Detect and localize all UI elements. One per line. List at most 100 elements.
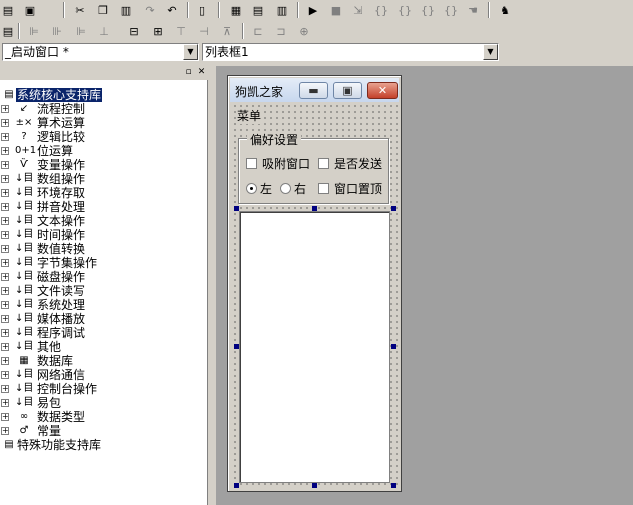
tree-item[interactable]: + ↓目 拼音处理 bbox=[0, 200, 208, 214]
resize-handle[interactable] bbox=[312, 483, 317, 488]
align-left-icon[interactable]: ⊫ bbox=[26, 23, 42, 39]
tree-item[interactable]: +0+1 位运算 bbox=[0, 144, 208, 158]
send-checkbox[interactable]: 是否发送 bbox=[318, 157, 382, 171]
expand-icon[interactable]: + bbox=[1, 119, 9, 127]
maximize-button[interactable]: ▣ bbox=[333, 82, 362, 99]
expand-icon[interactable]: + bbox=[1, 413, 9, 421]
align-bottom-icon[interactable]: ⊞ bbox=[150, 23, 166, 39]
undo-icon[interactable]: ↶ bbox=[164, 2, 180, 18]
expand-icon[interactable]: + bbox=[1, 175, 9, 183]
tree-item[interactable]: + ↓目 数值转换 bbox=[0, 242, 208, 256]
attach-window-checkbox[interactable]: 吸附窗口 bbox=[246, 157, 310, 171]
resize-handle[interactable] bbox=[234, 483, 239, 488]
run-icon[interactable]: ▶ bbox=[305, 2, 321, 18]
resize-handle[interactable] bbox=[391, 344, 396, 349]
stop-icon[interactable]: ■ bbox=[328, 2, 344, 18]
hand-icon[interactable]: ☚ bbox=[465, 2, 481, 18]
tree-item[interactable]: + ▦ 数据库 bbox=[0, 354, 208, 368]
tree-item[interactable]: + ↓目 系统处理 bbox=[0, 298, 208, 312]
tree-item[interactable]: + ↓目 环境存取 bbox=[0, 186, 208, 200]
center-v-icon[interactable]: ⊐ bbox=[273, 23, 289, 39]
expand-icon[interactable]: + bbox=[1, 315, 9, 323]
left-radio[interactable]: 左 bbox=[246, 182, 272, 196]
breakpoint-icon[interactable]: {} bbox=[443, 2, 459, 18]
form-titlebar[interactable]: 狗凯之家 ▬ ▣ ✕ bbox=[230, 78, 399, 102]
tree-item[interactable]: + ↓目 数组操作 bbox=[0, 172, 208, 186]
expand-icon[interactable]: + bbox=[1, 147, 9, 155]
expand-icon[interactable]: + bbox=[1, 259, 9, 267]
paste-icon[interactable]: ▥ bbox=[118, 2, 134, 18]
chevron-down-icon[interactable]: ▼ bbox=[483, 44, 498, 60]
tree-item[interactable]: + ↓目 磁盘操作 bbox=[0, 270, 208, 284]
tree-item[interactable]: + ↓目 网络通信 bbox=[0, 368, 208, 382]
expand-icon[interactable]: + bbox=[1, 245, 9, 253]
right-radio[interactable]: 右 bbox=[280, 182, 306, 196]
step-into-icon[interactable]: {} bbox=[373, 2, 389, 18]
minimize-button[interactable]: ▬ bbox=[299, 82, 328, 99]
tree-item[interactable]: + ↓目 程序调试 bbox=[0, 326, 208, 340]
tree-item[interactable]: + ↙ 流程控制 bbox=[0, 102, 208, 116]
tree-item[interactable]: + ↓目 其他 bbox=[0, 340, 208, 354]
layout3-icon[interactable]: ▥ bbox=[274, 2, 290, 18]
expand-icon[interactable]: + bbox=[1, 385, 9, 393]
align-right-icon[interactable]: ⊫ bbox=[73, 23, 89, 39]
tree-root-special[interactable]: ▤ 特殊功能支持库 bbox=[0, 438, 208, 452]
tree-root-core[interactable]: ▤ 系统核心支持库 bbox=[0, 88, 208, 102]
debug-icon[interactable]: ♞ bbox=[497, 2, 513, 18]
tree-item[interactable]: + ±× 算术运算 bbox=[0, 116, 208, 130]
tree-item[interactable]: + ↓目 字节集操作 bbox=[0, 256, 208, 270]
tree-item[interactable]: + ∞ 数据类型 bbox=[0, 410, 208, 424]
tree-item[interactable]: + ↓目 文本操作 bbox=[0, 214, 208, 228]
panel-minimize-icon[interactable]: ▫ bbox=[183, 67, 194, 78]
tree-item[interactable]: + ↓目 时间操作 bbox=[0, 228, 208, 242]
tree-item[interactable]: + ↓目 控制台操作 bbox=[0, 382, 208, 396]
copy-icon[interactable]: ❐ bbox=[95, 2, 111, 18]
close-button[interactable]: ✕ bbox=[367, 82, 398, 99]
designer-form-window[interactable]: 狗凯之家 ▬ ▣ ✕ 菜单 偏好设置 吸附窗口 是否发送 左 右 窗口置顶 bbox=[227, 75, 402, 492]
expand-icon[interactable]: + bbox=[1, 343, 9, 351]
resize-handle[interactable] bbox=[312, 206, 317, 211]
run-to-cursor-icon[interactable]: {} bbox=[420, 2, 436, 18]
listbox-control[interactable] bbox=[239, 211, 390, 483]
expand-icon[interactable]: + bbox=[1, 301, 9, 309]
expand-icon[interactable]: + bbox=[1, 371, 9, 379]
layout-icon[interactable]: ▦ bbox=[228, 2, 244, 18]
resize-handle[interactable] bbox=[391, 206, 396, 211]
center-h-icon[interactable]: ⊼ bbox=[219, 23, 235, 39]
tree-item[interactable]: + ↓目 易包 bbox=[0, 396, 208, 410]
tree-item[interactable]: + ↓目 文件读写 bbox=[0, 284, 208, 298]
expand-icon[interactable]: + bbox=[1, 161, 9, 169]
step-icon[interactable]: ⇲ bbox=[350, 2, 366, 18]
close-icon[interactable]: ✕ bbox=[196, 67, 207, 78]
resize-handle[interactable] bbox=[234, 344, 239, 349]
tree-item[interactable]: + ♂ 常量 bbox=[0, 424, 208, 438]
window-selector[interactable]: _启动窗口 * ▼ bbox=[2, 43, 199, 61]
expand-icon[interactable]: + bbox=[1, 203, 9, 211]
same-size-icon[interactable]: ⊏ bbox=[250, 23, 266, 39]
topmost-checkbox[interactable]: 窗口置顶 bbox=[318, 182, 382, 196]
expand-icon[interactable]: + bbox=[1, 231, 9, 239]
save-icon[interactable]: ▤ bbox=[0, 2, 16, 18]
space-v-icon[interactable]: ⊣ bbox=[196, 23, 212, 39]
tree-item[interactable]: +? 逻辑比较 bbox=[0, 130, 208, 144]
resize-handle[interactable] bbox=[391, 483, 396, 488]
expand-icon[interactable]: + bbox=[1, 105, 9, 113]
expand-icon[interactable]: + bbox=[1, 189, 9, 197]
align-center-icon[interactable]: ⊪ bbox=[49, 23, 65, 39]
expand-icon[interactable]: + bbox=[1, 329, 9, 337]
expand-icon[interactable]: + bbox=[1, 287, 9, 295]
save-all-icon[interactable]: ▣ bbox=[22, 2, 38, 18]
expand-icon[interactable]: + bbox=[1, 399, 9, 407]
expand-icon[interactable]: + bbox=[1, 357, 9, 365]
find-icon[interactable]: ▯ bbox=[194, 2, 210, 18]
step-out-icon[interactable]: {} bbox=[397, 2, 413, 18]
expand-icon[interactable]: + bbox=[1, 217, 9, 225]
expand-icon[interactable]: + bbox=[1, 427, 9, 435]
redo-icon[interactable]: ↷ bbox=[142, 2, 158, 18]
form-client-area[interactable]: 菜单 偏好设置 吸附窗口 是否发送 左 右 窗口置顶 bbox=[232, 103, 399, 489]
tree-item[interactable]: + Ѷ 变量操作 bbox=[0, 158, 208, 172]
center-both-icon[interactable]: ⊕ bbox=[296, 23, 312, 39]
preferences-group[interactable]: 偏好设置 吸附窗口 是否发送 左 右 窗口置顶 bbox=[238, 131, 389, 204]
control-selector[interactable]: 列表框1 ▼ bbox=[202, 43, 499, 61]
resize-handle[interactable] bbox=[234, 206, 239, 211]
